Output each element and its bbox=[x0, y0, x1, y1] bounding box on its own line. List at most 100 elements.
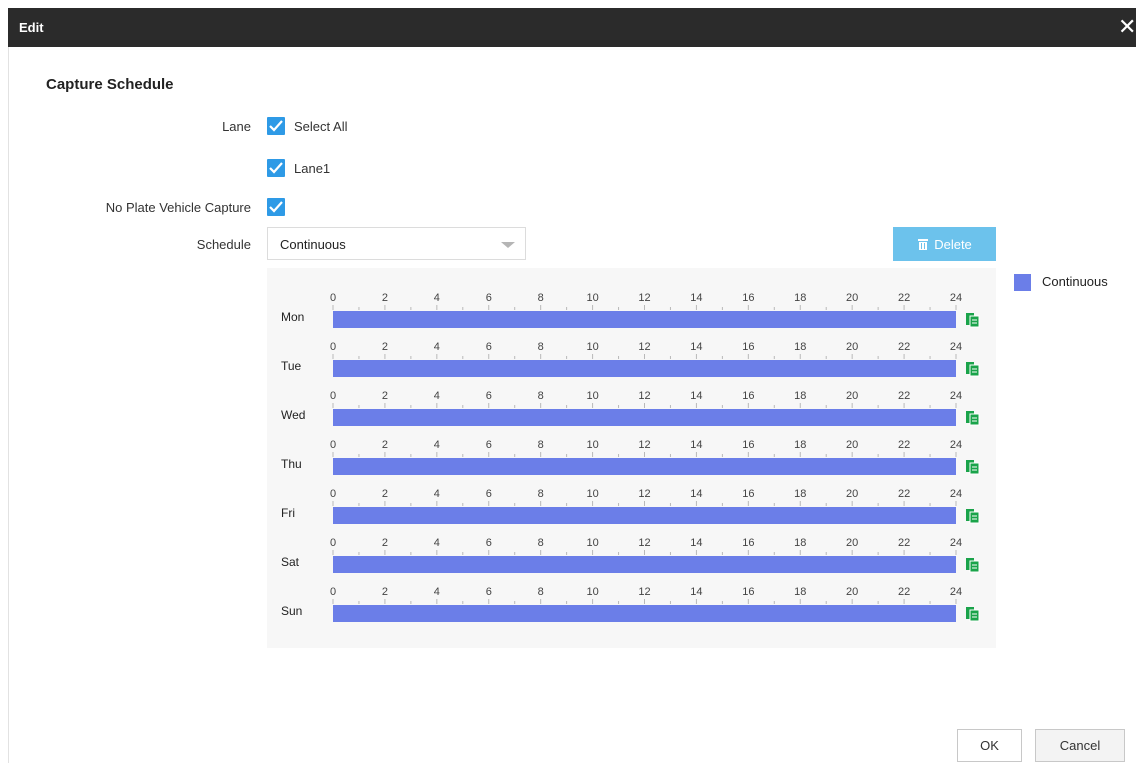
hour-tick-label: 12 bbox=[638, 586, 650, 598]
cancel-button[interactable]: Cancel bbox=[1035, 729, 1125, 762]
hour-tick-label: 20 bbox=[846, 439, 858, 451]
day-label: Sun bbox=[281, 604, 302, 618]
day-label: Mon bbox=[281, 310, 304, 324]
day-label: Sat bbox=[281, 555, 300, 569]
hour-tick-label: 14 bbox=[690, 341, 702, 353]
hour-tick-label: 2 bbox=[382, 488, 388, 500]
hour-tick-label: 14 bbox=[690, 390, 702, 402]
hour-tick-label: 10 bbox=[586, 439, 598, 451]
hour-tick-label: 0 bbox=[330, 439, 336, 451]
hour-tick-label: 6 bbox=[486, 390, 492, 402]
hour-tick-label: 18 bbox=[794, 488, 806, 500]
hour-tick-label: 4 bbox=[434, 292, 440, 304]
copy-icon[interactable] bbox=[966, 313, 980, 328]
hour-tick-label: 14 bbox=[690, 586, 702, 598]
hour-tick-label: 18 bbox=[794, 439, 806, 451]
schedule-bar[interactable] bbox=[333, 605, 956, 622]
copy-icon[interactable] bbox=[966, 509, 980, 524]
hour-tick-label: 24 bbox=[950, 390, 962, 402]
hour-tick-label: 12 bbox=[638, 537, 650, 549]
hour-tick-label: 24 bbox=[950, 586, 962, 598]
copy-icon[interactable] bbox=[966, 362, 980, 377]
hour-tick-label: 4 bbox=[434, 390, 440, 402]
hour-tick-label: 2 bbox=[382, 292, 388, 304]
hour-tick-label: 4 bbox=[434, 537, 440, 549]
hour-tick-label: 8 bbox=[538, 488, 544, 500]
day-label: Fri bbox=[281, 506, 295, 520]
hour-tick-label: 18 bbox=[794, 586, 806, 598]
hour-tick-label: 6 bbox=[486, 341, 492, 353]
hour-tick-label: 24 bbox=[950, 537, 962, 549]
hour-tick-label: 4 bbox=[434, 488, 440, 500]
hour-tick-label: 12 bbox=[638, 292, 650, 304]
hour-tick-label: 22 bbox=[898, 292, 910, 304]
hour-tick-label: 20 bbox=[846, 341, 858, 353]
hour-tick-label: 22 bbox=[898, 586, 910, 598]
hour-tick-label: 2 bbox=[382, 537, 388, 549]
hour-tick-label: 16 bbox=[742, 586, 754, 598]
hour-tick-label: 22 bbox=[898, 390, 910, 402]
copy-icon[interactable] bbox=[966, 411, 980, 426]
copy-icon[interactable] bbox=[966, 460, 980, 475]
hour-tick-label: 20 bbox=[846, 292, 858, 304]
hour-tick-label: 2 bbox=[382, 341, 388, 353]
hour-tick-label: 12 bbox=[638, 390, 650, 402]
hour-tick-label: 2 bbox=[382, 586, 388, 598]
hour-tick-label: 0 bbox=[330, 292, 336, 304]
hour-tick-label: 16 bbox=[742, 537, 754, 549]
copy-icon[interactable] bbox=[966, 558, 980, 573]
hour-tick-label: 14 bbox=[690, 488, 702, 500]
hour-tick-label: 10 bbox=[586, 341, 598, 353]
copy-icon[interactable] bbox=[966, 607, 980, 622]
hour-tick-label: 10 bbox=[586, 586, 598, 598]
hour-tick-label: 6 bbox=[486, 586, 492, 598]
hour-tick-label: 0 bbox=[330, 341, 336, 353]
schedule-bar[interactable] bbox=[333, 507, 956, 524]
schedule-bar[interactable] bbox=[333, 458, 956, 475]
hour-tick-label: 10 bbox=[586, 488, 598, 500]
day-label: Tue bbox=[281, 359, 302, 373]
hour-tick-label: 8 bbox=[538, 586, 544, 598]
hour-tick-label: 12 bbox=[638, 439, 650, 451]
hour-tick-label: 8 bbox=[538, 341, 544, 353]
hour-tick-label: 24 bbox=[950, 341, 962, 353]
hour-tick-label: 10 bbox=[586, 537, 598, 549]
hour-tick-label: 16 bbox=[742, 390, 754, 402]
hour-tick-label: 24 bbox=[950, 292, 962, 304]
hour-tick-label: 0 bbox=[330, 537, 336, 549]
hour-tick-label: 18 bbox=[794, 390, 806, 402]
schedule-bar[interactable] bbox=[333, 556, 956, 573]
hour-tick-label: 22 bbox=[898, 537, 910, 549]
hour-tick-label: 20 bbox=[846, 537, 858, 549]
hour-tick-label: 0 bbox=[330, 390, 336, 402]
hour-tick-label: 16 bbox=[742, 341, 754, 353]
hour-tick-label: 14 bbox=[690, 292, 702, 304]
hour-tick-label: 8 bbox=[538, 390, 544, 402]
schedule-bar[interactable] bbox=[333, 360, 956, 377]
hour-tick-label: 14 bbox=[690, 537, 702, 549]
hour-tick-label: 6 bbox=[486, 292, 492, 304]
schedule-bar[interactable] bbox=[333, 409, 956, 426]
hour-tick-label: 4 bbox=[434, 341, 440, 353]
hour-tick-label: 6 bbox=[486, 488, 492, 500]
hour-tick-label: 0 bbox=[330, 488, 336, 500]
schedule-timeline[interactable]: 0 2 4 6 8 10 12 14 16 18 20 22 24Mon0 2 4 6 8 10 12 14 16 18 2… bbox=[0, 0, 1136, 763]
hour-tick-label: 24 bbox=[950, 439, 962, 451]
hour-tick-label: 18 bbox=[794, 292, 806, 304]
hour-tick-label: 16 bbox=[742, 439, 754, 451]
hour-tick-label: 12 bbox=[638, 341, 650, 353]
hour-tick-label: 14 bbox=[690, 439, 702, 451]
day-label: Thu bbox=[281, 457, 302, 471]
hour-tick-label: 22 bbox=[898, 488, 910, 500]
ok-button[interactable]: OK bbox=[957, 729, 1022, 762]
hour-tick-label: 12 bbox=[638, 488, 650, 500]
day-label: Wed bbox=[281, 408, 305, 422]
hour-tick-label: 20 bbox=[846, 586, 858, 598]
hour-tick-label: 24 bbox=[950, 488, 962, 500]
hour-tick-label: 4 bbox=[434, 586, 440, 598]
hour-tick-label: 20 bbox=[846, 488, 858, 500]
hour-tick-label: 18 bbox=[794, 537, 806, 549]
schedule-bar[interactable] bbox=[333, 311, 956, 328]
hour-tick-label: 2 bbox=[382, 439, 388, 451]
hour-tick-label: 22 bbox=[898, 341, 910, 353]
